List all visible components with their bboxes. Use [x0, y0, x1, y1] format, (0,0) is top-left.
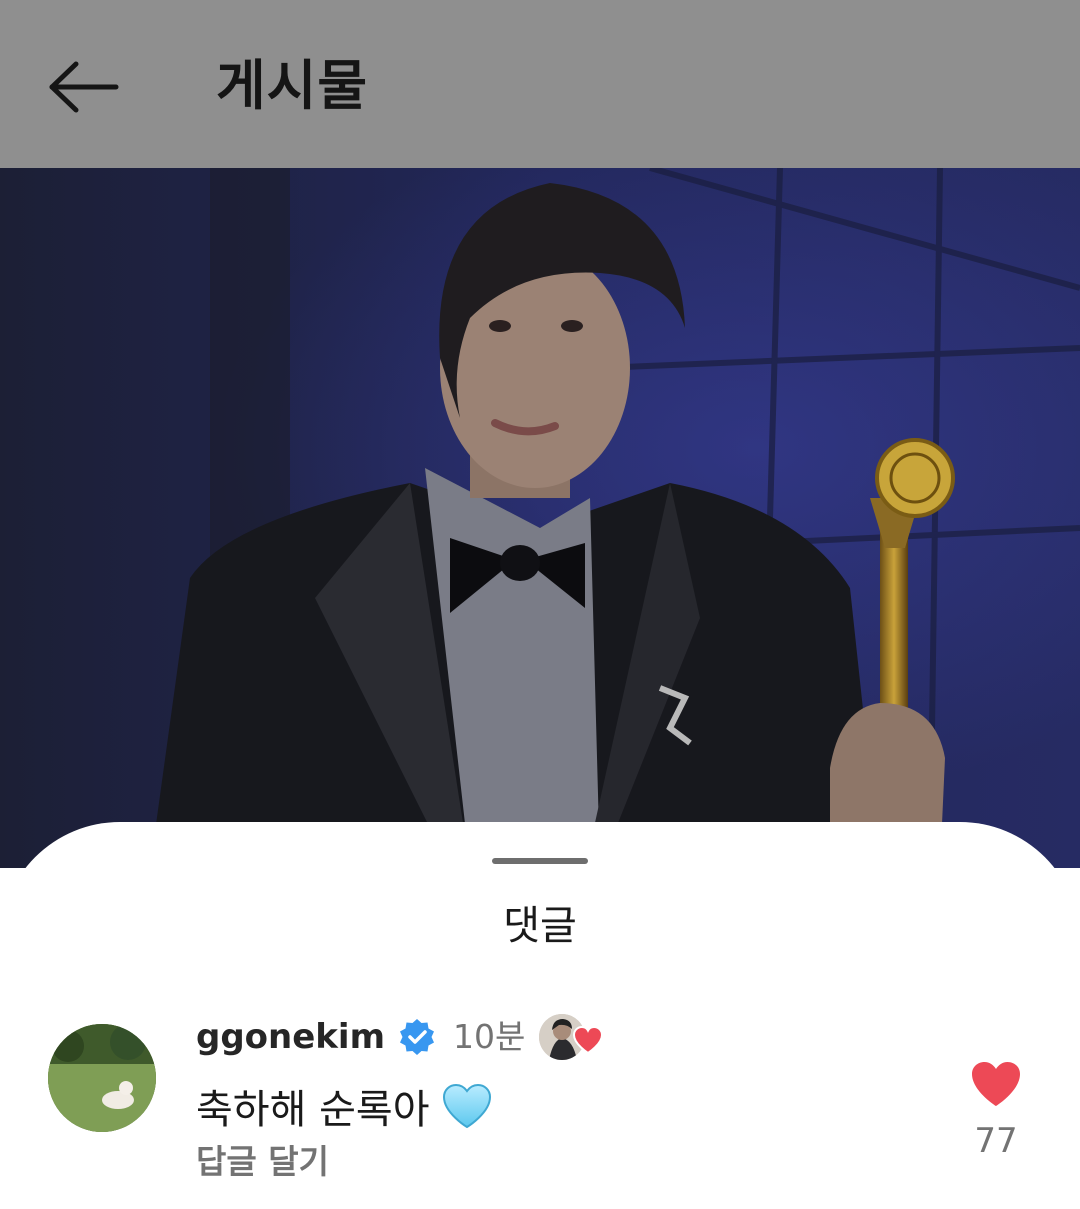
avatar-image [48, 1024, 156, 1132]
like-count: 77 [974, 1121, 1018, 1161]
heart-icon [972, 1062, 1020, 1106]
arrow-left-icon [49, 61, 119, 113]
username[interactable]: ggonekim [196, 1014, 385, 1060]
drag-handle[interactable] [492, 858, 588, 864]
verified-badge-icon [400, 1019, 434, 1055]
heart-icon [573, 1026, 604, 1054]
page-title: 게시물 [216, 54, 369, 117]
comment-time: 10분 [453, 1017, 526, 1056]
post-photo[interactable] [0, 168, 1080, 868]
comment-header: ggonekim 10분 [196, 1014, 605, 1060]
light-blue-heart-icon [442, 1083, 491, 1129]
back-button[interactable] [40, 52, 130, 122]
photo-illustration [0, 168, 1080, 868]
commenter-avatar[interactable] [48, 1024, 156, 1132]
like-button[interactable] [970, 1060, 1022, 1108]
comments-sheet: 댓글 ggonekim 10분 축하해 순록아 답글 달기 77 [0, 822, 1080, 1209]
comment-text: 축하해 순록아 [196, 1087, 430, 1133]
comment-body: 축하해 순록아 [196, 1076, 492, 1136]
comments-title: 댓글 [503, 903, 577, 949]
post-screen: 게시물 댓글 ggonekim 10분 축하해 순록아 답글 달기 77 [0, 0, 1080, 1209]
top-bar: 게시물 [0, 0, 1080, 168]
reply-button[interactable]: 답글 달기 [196, 1138, 329, 1186]
liked-by-author [539, 1012, 605, 1062]
